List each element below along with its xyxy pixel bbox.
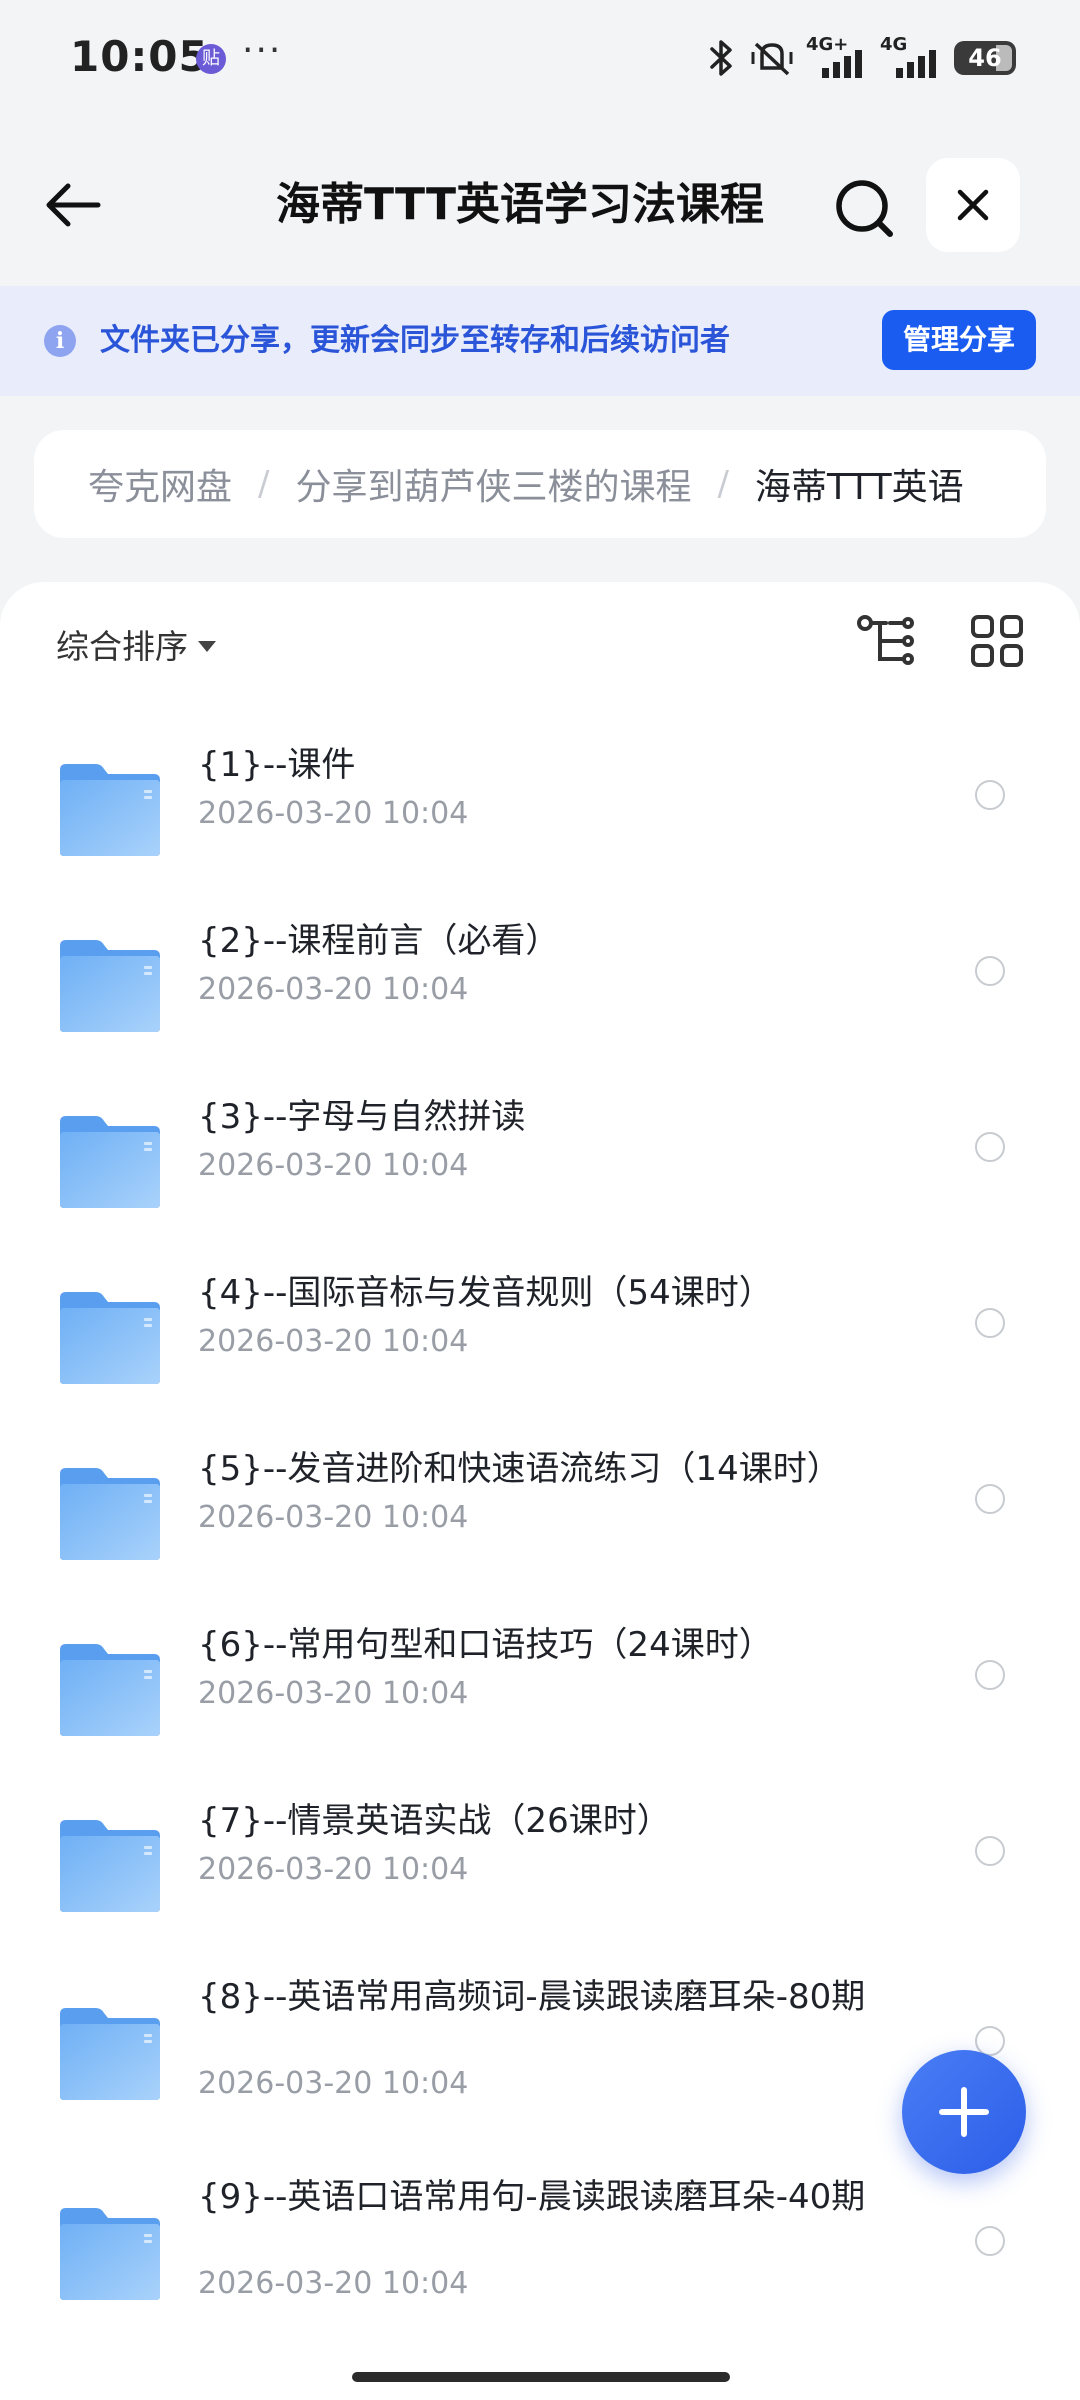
folder-icon bbox=[58, 2206, 162, 2302]
mute-vibrate-icon bbox=[751, 42, 793, 76]
select-radio[interactable] bbox=[975, 2226, 1005, 2256]
close-button[interactable] bbox=[926, 158, 1020, 252]
signal-4g: 4G bbox=[880, 34, 942, 78]
status-icons: 4G+ 4G 46 bbox=[704, 34, 1016, 80]
back-arrow-icon bbox=[46, 183, 101, 227]
breadcrumb-item-shared-folder[interactable]: 分享到葫芦侠三楼的课程 bbox=[295, 458, 691, 510]
status-time: 10:05 bbox=[70, 32, 209, 81]
list-item[interactable]: {9}--英语口语常用句-晨读跟读磨耳朵-40期 2026-03-20 10:04 bbox=[0, 2154, 1080, 2354]
battery-icon: 46 bbox=[954, 41, 1016, 75]
file-date: 2026-03-20 10:04 bbox=[198, 972, 469, 1007]
battery-level: 46 bbox=[968, 44, 1002, 72]
more-notifications-icon: ··· bbox=[242, 30, 283, 71]
close-icon bbox=[957, 189, 989, 221]
signal-bars-icon bbox=[822, 50, 862, 78]
file-date: 2026-03-20 10:04 bbox=[198, 1324, 469, 1359]
grid-view-icon bbox=[971, 615, 1023, 667]
list-item[interactable]: {6}--常用句型和口语技巧（24课时） 2026-03-20 10:04 bbox=[0, 1602, 1080, 1778]
status-bar: 10:05 贴 ··· 4G+ 4G 46 bbox=[0, 0, 1080, 120]
bluetooth-icon bbox=[710, 40, 732, 76]
search-button[interactable] bbox=[830, 174, 900, 244]
file-name: {2}--课程前言（必看） bbox=[198, 921, 560, 961]
select-radio[interactable] bbox=[975, 1836, 1005, 1866]
folder-icon bbox=[58, 2006, 162, 2102]
back-button[interactable] bbox=[40, 172, 112, 238]
breadcrumb-separator: / bbox=[717, 464, 729, 504]
list-item[interactable]: {5}--发音进阶和快速语流练习（14课时） 2026-03-20 10:04 bbox=[0, 1426, 1080, 1602]
breadcrumb-item-root[interactable]: 夸克网盘 bbox=[88, 458, 232, 510]
file-date: 2026-03-20 10:04 bbox=[198, 1148, 469, 1183]
file-name: {5}--发音进阶和快速语流练习（14课时） bbox=[198, 1449, 841, 1489]
list-item[interactable]: {4}--国际音标与发音规则（54课时） 2026-03-20 10:04 bbox=[0, 1250, 1080, 1426]
file-date: 2026-03-20 10:04 bbox=[198, 1500, 469, 1535]
folder-icon bbox=[58, 762, 162, 858]
file-name: {3}--字母与自然拼读 bbox=[198, 1097, 526, 1137]
caret-down-icon bbox=[198, 640, 216, 652]
folder-icon bbox=[58, 1290, 162, 1386]
folder-icon bbox=[58, 1818, 162, 1914]
home-indicator[interactable] bbox=[352, 2372, 730, 2382]
breadcrumb-separator: / bbox=[258, 464, 270, 504]
grid-view-button[interactable] bbox=[970, 614, 1024, 668]
search-icon bbox=[836, 180, 893, 237]
file-name: {4}--国际音标与发音规则（54课时） bbox=[198, 1273, 773, 1313]
file-date: 2026-03-20 10:04 bbox=[198, 2066, 469, 2101]
breadcrumb-item-current: 海蒂TTT英语 bbox=[754, 467, 964, 508]
list-item[interactable]: {3}--字母与自然拼读 2026-03-20 10:04 bbox=[0, 1074, 1080, 1250]
list-item[interactable]: {7}--情景英语实战（26课时） 2026-03-20 10:04 bbox=[0, 1778, 1080, 1954]
notification-app-icon: 贴 bbox=[196, 44, 226, 74]
select-radio[interactable] bbox=[975, 780, 1005, 810]
folder-icon bbox=[58, 1466, 162, 1562]
folder-icon bbox=[58, 1114, 162, 1210]
file-name: {7}--情景英语实战（26课时） bbox=[198, 1801, 671, 1841]
signal-4gplus: 4G+ bbox=[806, 34, 868, 78]
sort-dropdown[interactable]: 综合排序 bbox=[56, 620, 216, 668]
file-name: {6}--常用句型和口语技巧（24课时） bbox=[198, 1625, 773, 1665]
file-date: 2026-03-20 10:04 bbox=[198, 796, 469, 831]
share-notice-banner: i 文件夹已分享，更新会同步至转存和后续访问者 管理分享 bbox=[0, 286, 1080, 396]
select-radio[interactable] bbox=[975, 1308, 1005, 1338]
folder-icon bbox=[58, 938, 162, 1034]
file-date: 2026-03-20 10:04 bbox=[198, 1676, 469, 1711]
folder-icon bbox=[58, 1642, 162, 1738]
select-radio[interactable] bbox=[975, 1660, 1005, 1690]
select-radio[interactable] bbox=[975, 956, 1005, 986]
sort-label: 综合排序 bbox=[56, 627, 188, 666]
file-name: {8}--英语常用高频词-晨读跟读磨耳朵-80期 bbox=[198, 1977, 866, 2017]
file-date: 2026-03-20 10:04 bbox=[198, 2266, 469, 2301]
info-icon: i bbox=[44, 325, 76, 357]
add-button[interactable] bbox=[902, 2050, 1026, 2174]
manage-share-button[interactable]: 管理分享 bbox=[882, 310, 1036, 370]
file-name: {1}--课件 bbox=[198, 745, 356, 785]
select-radio[interactable] bbox=[975, 1484, 1005, 1514]
breadcrumb: 夸克网盘 / 分享到葫芦侠三楼的课程 / 海蒂TTT英语 bbox=[34, 430, 1046, 538]
tree-structure-icon bbox=[857, 615, 914, 665]
tree-view-button[interactable] bbox=[856, 614, 916, 668]
share-notice-text: 文件夹已分享，更新会同步至转存和后续访问者 bbox=[100, 323, 730, 358]
page-title: 海蒂TTT英语学习法课程 bbox=[275, 179, 765, 230]
signal-bars-icon bbox=[896, 50, 936, 78]
select-radio[interactable] bbox=[975, 1132, 1005, 1162]
plus-icon bbox=[939, 2087, 989, 2137]
file-name: {9}--英语口语常用句-晨读跟读磨耳朵-40期 bbox=[198, 2177, 866, 2217]
list-item[interactable]: {2}--课程前言（必看） 2026-03-20 10:04 bbox=[0, 898, 1080, 1074]
top-bar: 海蒂TTT英语学习法课程 bbox=[0, 150, 1080, 260]
file-date: 2026-03-20 10:04 bbox=[198, 1852, 469, 1887]
list-item[interactable]: {1}--课件 2026-03-20 10:04 bbox=[0, 722, 1080, 898]
